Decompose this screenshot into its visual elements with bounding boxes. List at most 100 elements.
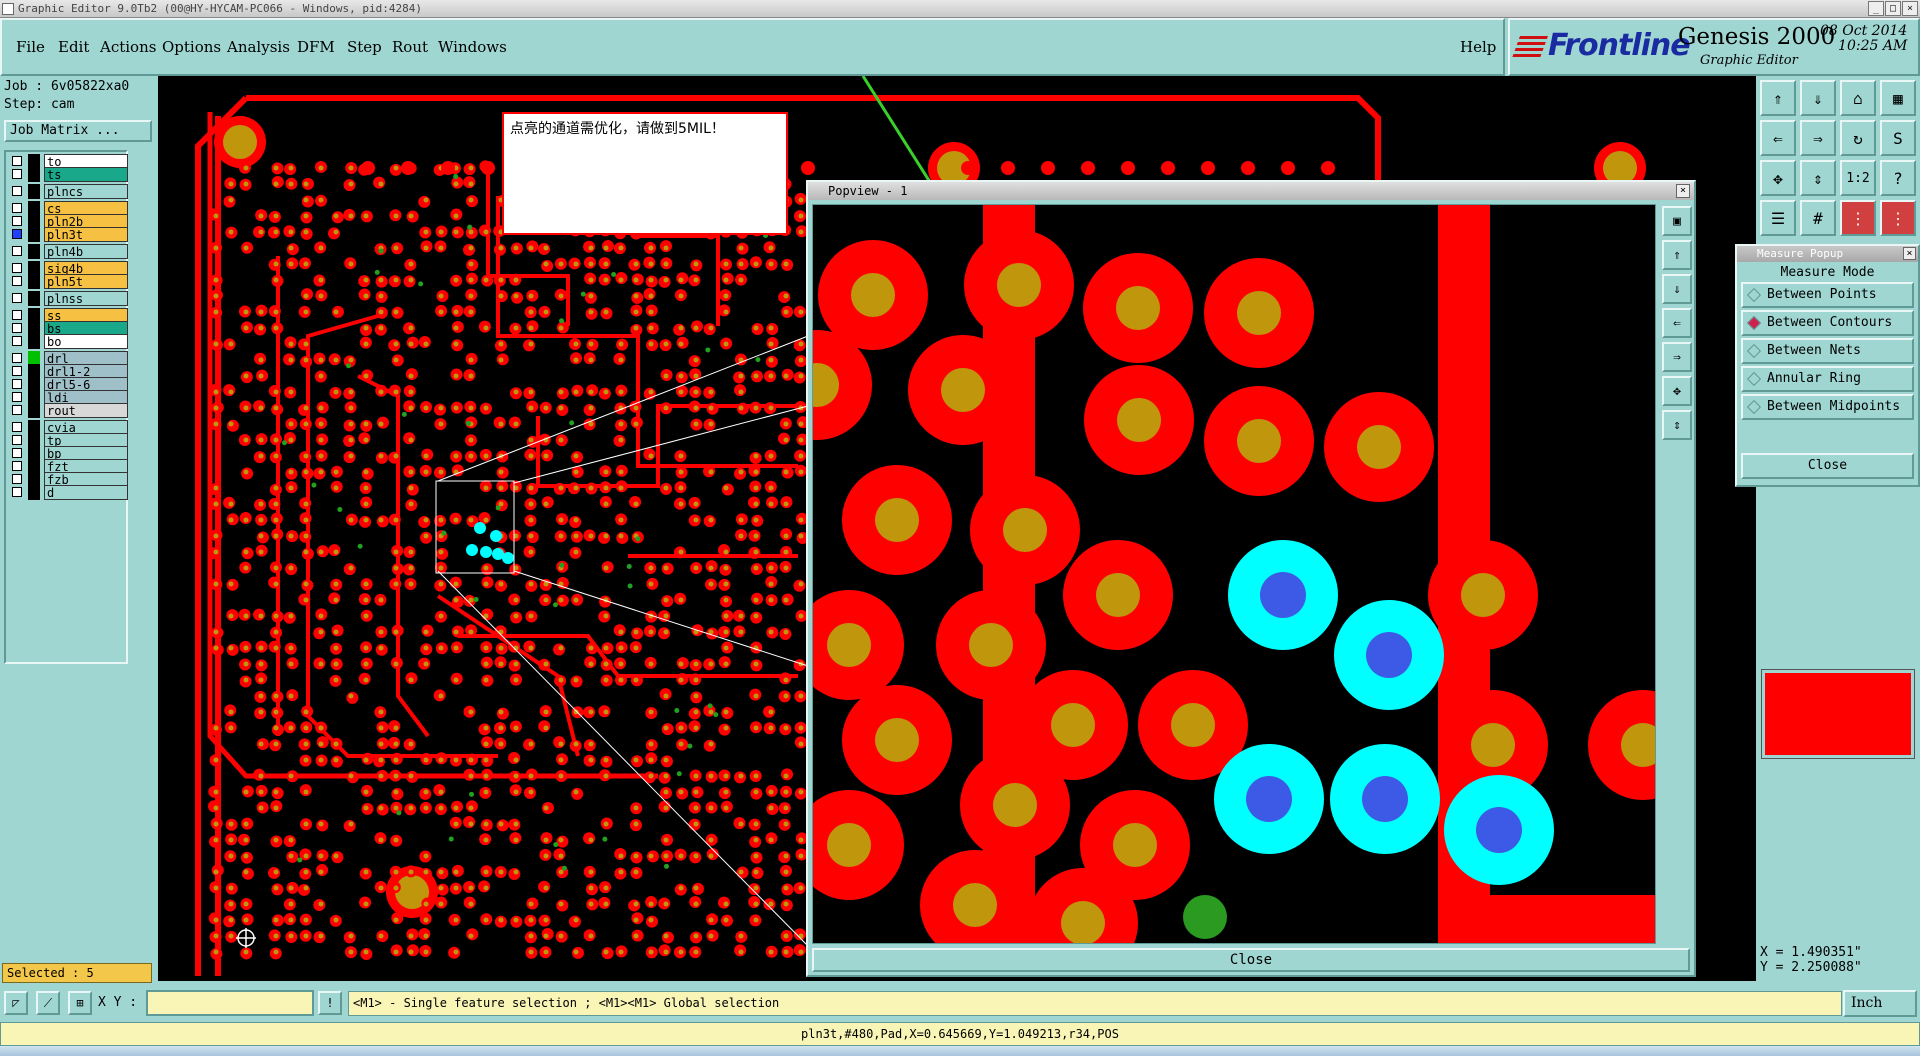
layer-checkbox[interactable] [12, 263, 22, 273]
measure-option[interactable]: Between Points [1741, 282, 1914, 308]
popview-tool-4[interactable]: ⇐ [1662, 308, 1692, 338]
layer-row[interactable]: rout [8, 403, 128, 418]
layer-checkbox[interactable] [12, 405, 22, 415]
measure-popup-close-icon[interactable]: × [1903, 247, 1916, 260]
via-drill [783, 549, 789, 555]
toolbar-button-5[interactable]: ⇐ [1760, 120, 1796, 156]
measure-option[interactable]: Between Midpoints [1741, 394, 1914, 420]
unit-selector[interactable]: Inch [1843, 990, 1917, 1017]
popview-tool-1[interactable]: ▣ [1662, 206, 1692, 236]
minimize-button[interactable]: _ [1868, 1, 1884, 16]
measure-tool-icon[interactable]: ⟋ [36, 991, 60, 1015]
layer-checkbox[interactable] [12, 229, 22, 239]
layer-checkbox[interactable] [12, 448, 22, 458]
layer-checkbox[interactable] [12, 310, 22, 320]
popview-tool-2[interactable]: ⇑ [1662, 240, 1692, 270]
xy-input[interactable] [146, 990, 314, 1016]
zoom-ratio-button[interactable]: 1:2 [1840, 160, 1876, 196]
layer-checkbox[interactable] [12, 461, 22, 471]
toolbar-button-1[interactable]: ⇑ [1760, 80, 1796, 116]
layer-row[interactable]: d [8, 485, 128, 500]
zoom-fit-icon[interactable]: ✥ [1760, 160, 1796, 196]
layer-checkbox[interactable] [12, 474, 22, 484]
layer-checkbox[interactable] [12, 216, 22, 226]
layer-name[interactable]: rout [44, 403, 128, 418]
layer-checkbox[interactable] [12, 392, 22, 402]
layer-row[interactable]: bo [8, 334, 128, 349]
layer-checkbox[interactable] [12, 156, 22, 166]
toolbar-button-4[interactable]: ▦ [1880, 80, 1916, 116]
toolbar-button-13[interactable]: ☰ [1760, 200, 1796, 236]
layer-checkbox[interactable] [12, 366, 22, 376]
layer-checkbox[interactable] [12, 353, 22, 363]
layer-name[interactable]: pln3t [44, 227, 128, 242]
layer-checkbox[interactable] [12, 276, 22, 286]
layer-checkbox[interactable] [12, 246, 22, 256]
layer-checkbox[interactable] [12, 487, 22, 497]
layer-checkbox[interactable] [12, 379, 22, 389]
popview-tool-3[interactable]: ⇓ [1662, 274, 1692, 304]
layer-name[interactable]: ts [44, 167, 128, 182]
layer-name[interactable]: plncs [44, 184, 128, 199]
popview-canvas[interactable] [812, 204, 1656, 944]
toolbar-button-2[interactable]: ⇓ [1800, 80, 1836, 116]
toolbar-button-8[interactable]: S [1880, 120, 1916, 156]
layer-checkbox[interactable] [12, 422, 22, 432]
menu-step[interactable]: Step [347, 38, 382, 56]
measure-close-button[interactable]: Close [1741, 453, 1914, 479]
layer-name[interactable]: pln4b [44, 244, 128, 259]
menu-edit[interactable]: Edit [58, 38, 89, 56]
layer-checkbox[interactable] [12, 293, 22, 303]
layer-name[interactable]: bo [44, 334, 128, 349]
via-drill [468, 437, 474, 443]
close-window-button[interactable]: × [1902, 1, 1918, 16]
snap-tool-icon[interactable]: ⊞ [68, 991, 92, 1015]
popview-zoom-view[interactable] [813, 205, 1656, 944]
menu-help[interactable]: Help [1460, 38, 1496, 56]
help-icon[interactable]: ? [1880, 160, 1916, 196]
menu-dfm[interactable]: DFM [297, 38, 335, 56]
layer-checkbox[interactable] [12, 186, 22, 196]
menu-windows[interactable]: Windows [438, 38, 507, 56]
popview-close-button[interactable]: Close [812, 948, 1690, 972]
layer-row[interactable]: pln3t [8, 227, 128, 242]
layer-checkbox[interactable] [12, 435, 22, 445]
menu-file[interactable]: File [16, 38, 45, 56]
layer-row[interactable]: plnss [8, 291, 128, 306]
home-icon[interactable]: ⌂ [1840, 80, 1876, 116]
menu-rout[interactable]: Rout [392, 38, 428, 56]
toolbar-button-10[interactable]: ⇕ [1800, 160, 1836, 196]
measure-option[interactable]: Annular Ring [1741, 366, 1914, 392]
layer-checkbox[interactable] [12, 203, 22, 213]
layer-name[interactable]: pln5t [44, 274, 128, 289]
popview-tool-7[interactable]: ⇕ [1662, 410, 1692, 440]
alert-icon[interactable]: ! [318, 991, 342, 1015]
layer-checkbox[interactable] [12, 336, 22, 346]
job-matrix-button[interactable]: Job Matrix ... [4, 120, 152, 142]
layer-checkbox[interactable] [12, 323, 22, 333]
layer-row[interactable]: pln5t [8, 274, 128, 289]
via-drill [243, 437, 249, 443]
menu-actions[interactable]: Actions [100, 38, 156, 56]
popview-tool-5[interactable]: ⇒ [1662, 342, 1692, 372]
connect-icon[interactable]: ⋮ [1880, 200, 1916, 236]
menu-analysis[interactable]: Analysis [227, 38, 290, 56]
layer-name[interactable]: d [44, 485, 128, 500]
test-point [627, 583, 633, 589]
popview-close-icon[interactable]: × [1676, 184, 1690, 198]
measure-option[interactable]: Between Contours [1741, 310, 1914, 336]
layer-row[interactable]: ts [8, 167, 128, 182]
layer-row[interactable]: pln4b [8, 244, 128, 259]
maximize-button[interactable]: □ [1885, 1, 1901, 16]
snap-icon[interactable]: ⋮ [1840, 200, 1876, 236]
toolbar-button-6[interactable]: ⇒ [1800, 120, 1836, 156]
popview-tool-6[interactable]: ✥ [1662, 376, 1692, 406]
menu-options[interactable]: Options [162, 38, 221, 56]
select-tool-icon[interactable]: ◸ [4, 991, 28, 1015]
layer-checkbox[interactable] [12, 169, 22, 179]
grid-icon[interactable]: # [1800, 200, 1836, 236]
toolbar-button-7[interactable]: ↻ [1840, 120, 1876, 156]
measure-option[interactable]: Between Nets [1741, 338, 1914, 364]
layer-row[interactable]: plncs [8, 184, 128, 199]
layer-name[interactable]: plnss [44, 291, 128, 306]
